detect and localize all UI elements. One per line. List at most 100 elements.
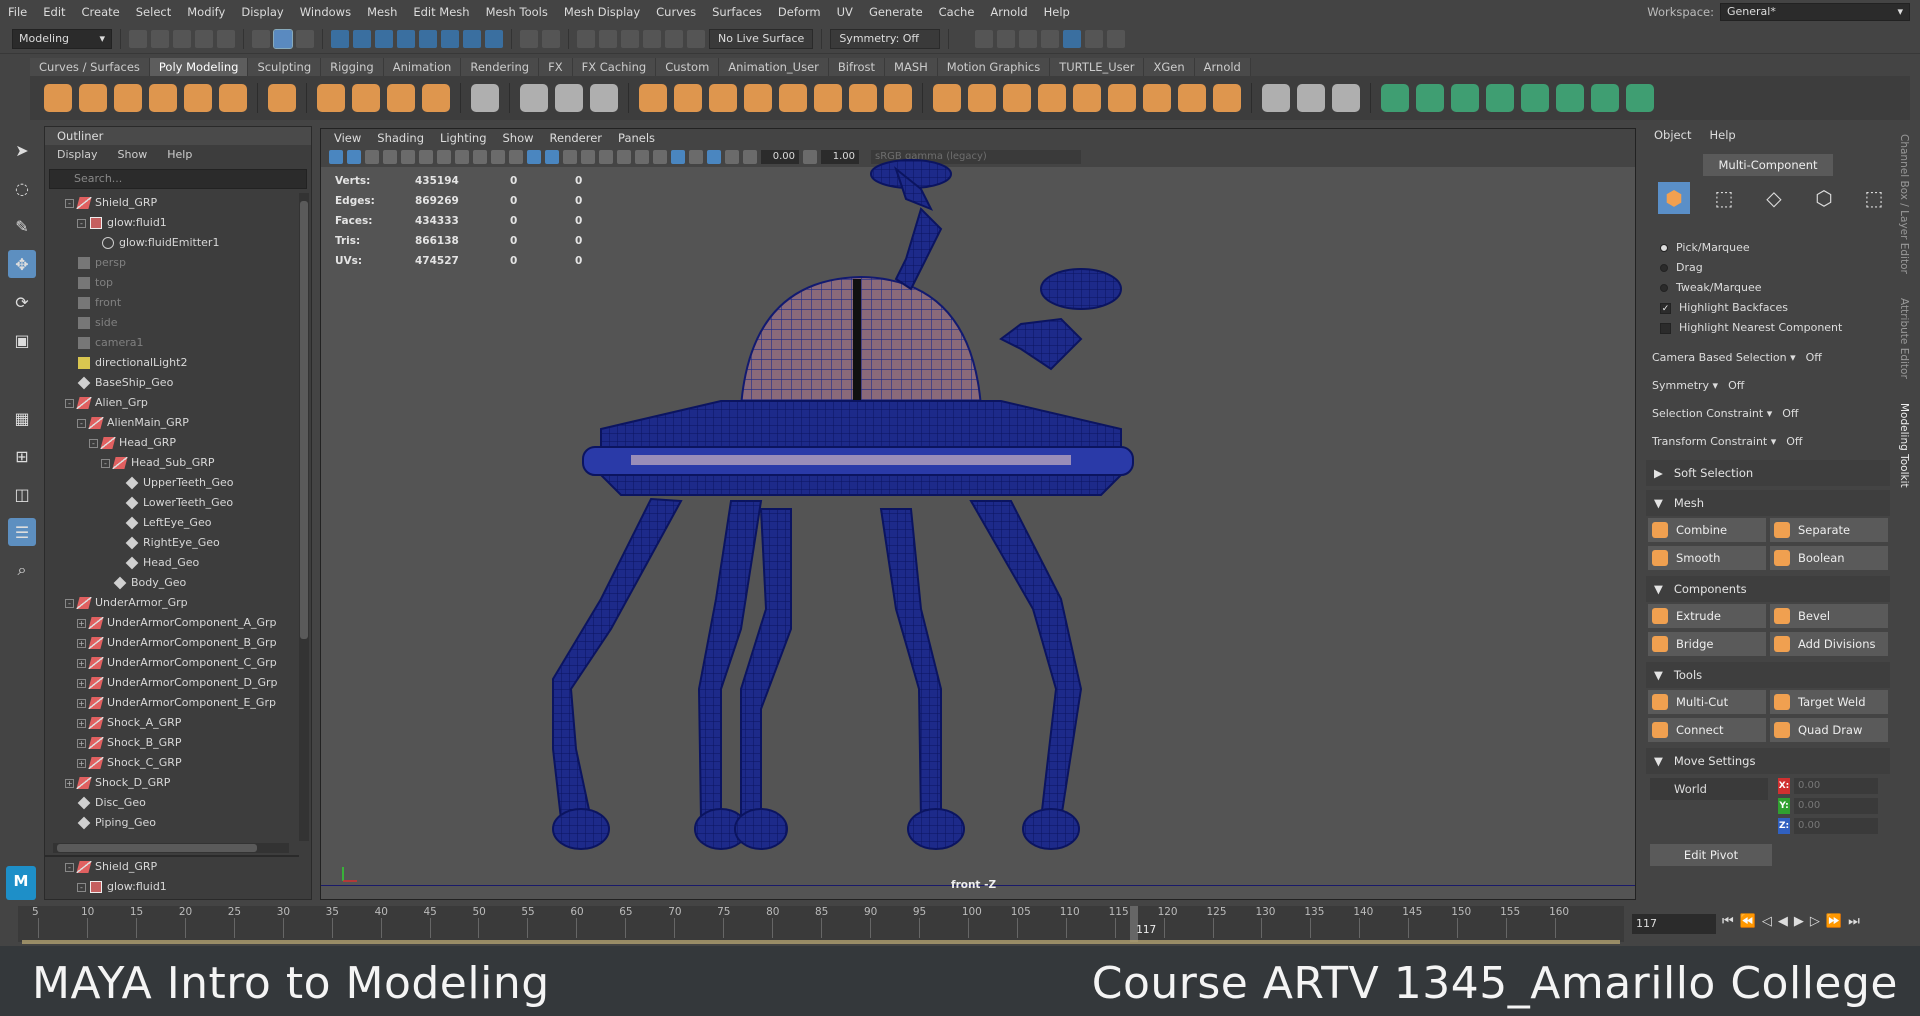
poly-cylinder-icon[interactable]: [114, 84, 142, 112]
option-selection-constraint[interactable]: Selection Constraint ▾ Off: [1646, 400, 1890, 428]
menu-create[interactable]: Create: [74, 0, 128, 24]
outliner-menu-help[interactable]: Help: [167, 145, 192, 165]
separate-icon[interactable]: [674, 84, 702, 112]
svg-tool-icon[interactable]: [422, 84, 450, 112]
uv-cut-icon[interactable]: [1591, 84, 1619, 112]
expand-icon[interactable]: +: [65, 778, 74, 788]
extract-icon[interactable]: [814, 84, 842, 112]
outliner-row[interactable]: + UnderArmorComponent_A_Grp: [45, 613, 299, 633]
bridge-button[interactable]: Bridge: [1648, 632, 1766, 656]
shelf-tab-animation[interactable]: Animation: [383, 58, 462, 76]
collapse-icon[interactable]: -: [65, 598, 74, 608]
single-perspective-layout-icon[interactable]: ▦: [8, 404, 36, 432]
snap-vertex-icon[interactable]: [687, 29, 705, 48]
toolkit-menu-help[interactable]: Help: [1709, 124, 1735, 146]
shelf-tab-rendering[interactable]: Rendering: [461, 58, 540, 76]
menu-display[interactable]: Display: [233, 0, 291, 24]
select-surfaces-icon[interactable]: [397, 29, 415, 48]
sweep-mesh-icon[interactable]: [352, 84, 380, 112]
outliner-row[interactable]: + Shock_C_GRP: [45, 753, 299, 773]
extrude-button[interactable]: Extrude: [1648, 604, 1766, 628]
render-view-icon[interactable]: [975, 29, 994, 48]
multi-cut-icon[interactable]: [1262, 84, 1290, 112]
scale-tool-icon[interactable]: ▣: [8, 326, 36, 354]
shelf-tab-animation-user[interactable]: Animation_User: [719, 58, 829, 76]
z-field[interactable]: 0.00: [1794, 818, 1878, 834]
option-camera-based-selection[interactable]: Camera Based Selection ▾ Off: [1646, 344, 1890, 372]
shelf-tab-fx[interactable]: FX: [539, 58, 573, 76]
uv-planar-icon[interactable]: [1381, 84, 1409, 112]
shelf-tab-xgen[interactable]: XGen: [1144, 58, 1195, 76]
lock-selection-icon[interactable]: [520, 29, 538, 48]
poly-torus-icon[interactable]: [219, 84, 247, 112]
poly-plane-icon[interactable]: [184, 84, 212, 112]
outliner-row[interactable]: front: [45, 293, 299, 313]
shelf-tab-fx-caching[interactable]: FX Caching: [572, 58, 657, 76]
option-value[interactable]: Off: [1728, 372, 1744, 400]
collapse-icon[interactable]: -: [65, 862, 74, 872]
select-dynamics-icon[interactable]: [441, 29, 459, 48]
outliner-row[interactable]: + Shock_A_GRP: [45, 713, 299, 733]
outliner-row[interactable]: camera1: [45, 333, 299, 353]
lasso-tool-icon[interactable]: ◌: [8, 174, 36, 202]
collapse-icon[interactable]: -: [89, 438, 98, 448]
step-forward-key-icon[interactable]: ⏩: [1826, 914, 1842, 929]
outliner-row[interactable]: - UnderArmor_Grp: [45, 593, 299, 613]
menu-edit-mesh[interactable]: Edit Mesh: [405, 0, 477, 24]
option-symmetry[interactable]: Symmetry ▾ Off: [1646, 372, 1890, 400]
outliner-row[interactable]: side: [45, 313, 299, 333]
outliner-row[interactable]: directionalLight2: [45, 353, 299, 373]
edge-mode-icon[interactable]: ◇: [1758, 182, 1790, 214]
outliner-row[interactable]: + Shock_B_GRP: [45, 733, 299, 753]
super-shape-icon[interactable]: [317, 84, 345, 112]
menu-curves[interactable]: Curves: [648, 0, 704, 24]
mesh-display-icon[interactable]: [471, 84, 499, 112]
play-backward-icon[interactable]: ◀: [1778, 914, 1788, 929]
add-divisions-button[interactable]: Add Divisions: [1770, 632, 1888, 656]
multi-cut-button[interactable]: Multi-Cut: [1648, 690, 1766, 714]
menu-file[interactable]: File: [0, 0, 35, 24]
outliner-row[interactable]: + UnderArmorComponent_D_Grp: [45, 673, 299, 693]
poke-icon[interactable]: [1143, 84, 1171, 112]
uv-layout-icon[interactable]: [1556, 84, 1584, 112]
shelf-tab-sculpting[interactable]: Sculpting: [248, 58, 322, 76]
reduce-icon[interactable]: [884, 84, 912, 112]
move-tool-icon[interactable]: ✥: [8, 250, 36, 278]
snap-point-icon[interactable]: [621, 29, 639, 48]
pause-icon[interactable]: [1107, 29, 1126, 48]
new-scene-icon[interactable]: [129, 29, 147, 48]
shelf-tab-curves-surfaces[interactable]: Curves / Surfaces: [30, 58, 150, 76]
outliner-hscrollbar[interactable]: [53, 843, 289, 853]
undo-icon[interactable]: [195, 29, 213, 48]
time-slider[interactable]: 5 10 15 20 25 30 35 40 45 50 55 60 65 70 75 80 85 90 95 100…: [18, 906, 1624, 942]
checkbox[interactable]: ✓: [1660, 302, 1671, 314]
save-scene-icon[interactable]: [173, 29, 191, 48]
menu-modify[interactable]: Modify: [179, 0, 233, 24]
shelf-tab-arnold[interactable]: Arnold: [1194, 58, 1251, 76]
outliner-row[interactable]: BaseShip_Geo: [45, 373, 299, 393]
outliner-row[interactable]: - Shield_GRP: [45, 857, 299, 877]
mirror-icon[interactable]: [779, 84, 807, 112]
uv-cylindrical-icon[interactable]: [1416, 84, 1444, 112]
y-field[interactable]: 0.00: [1794, 798, 1878, 814]
open-scene-icon[interactable]: [151, 29, 169, 48]
expand-icon[interactable]: +: [77, 698, 86, 708]
outliner-row[interactable]: - Shield_GRP: [45, 193, 299, 213]
radio-button[interactable]: [1660, 264, 1668, 272]
expand-icon[interactable]: +: [77, 618, 86, 628]
menu-mesh[interactable]: Mesh: [359, 0, 405, 24]
uv-sew-icon[interactable]: [1626, 84, 1654, 112]
combine-button[interactable]: Combine: [1648, 518, 1766, 542]
render-settings-icon[interactable]: [1041, 29, 1060, 48]
coordinate-space-dropdown[interactable]: World: [1650, 778, 1768, 800]
select-object-icon[interactable]: [273, 28, 293, 49]
boolean-icon[interactable]: [744, 84, 772, 112]
snap-curve-icon[interactable]: [599, 29, 617, 48]
expand-icon[interactable]: +: [77, 658, 86, 668]
toolkit-menu-object[interactable]: Object: [1654, 124, 1691, 146]
render-frame-icon[interactable]: [997, 29, 1016, 48]
expand-icon[interactable]: +: [77, 678, 86, 688]
collapse-icon[interactable]: [1213, 84, 1241, 112]
bake-icon[interactable]: [590, 84, 618, 112]
checkbox[interactable]: [1660, 322, 1671, 334]
